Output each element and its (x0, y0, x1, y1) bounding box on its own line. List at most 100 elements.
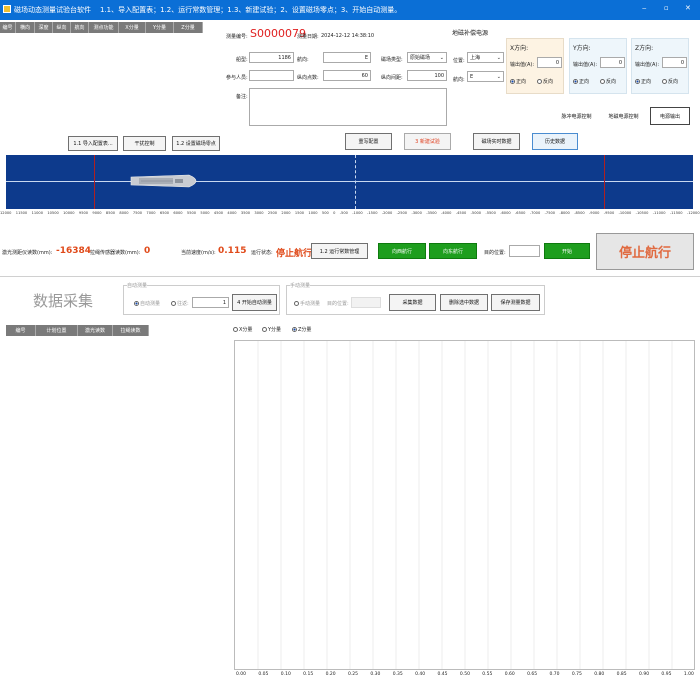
pulse-power-button[interactable]: 脉冲电源控制 (556, 109, 597, 124)
x-tick-label: 0.65 (527, 672, 538, 677)
save-data-button[interactable]: 保存测量数据 (491, 294, 540, 311)
manual-target-input[interactable] (351, 297, 381, 308)
th-encoder[interactable]: 拉绳读数 (113, 325, 149, 336)
constants-button[interactable]: 1.2 运行常数管理 (311, 243, 368, 259)
ruler-tick-label: -1000 (352, 211, 363, 215)
target-label: 目的位置: (484, 250, 506, 256)
radio-icon (537, 79, 542, 84)
ruler-tick-label: -6000 (500, 211, 511, 215)
comp-y-radio[interactable]: Y分量 (262, 326, 281, 333)
geo-heading-select[interactable]: E ⌄ (467, 71, 504, 82)
th-id[interactable]: 编号 (0, 22, 16, 33)
points-input[interactable]: 60 (323, 70, 371, 81)
boat-input[interactable]: 1186 (249, 52, 294, 63)
app-title: 磁场动态测量试验台软件 (14, 6, 91, 14)
th-heading[interactable]: 航向 (71, 22, 89, 33)
y-positive-radio[interactable]: 正向 (573, 78, 589, 85)
y-negative-radio[interactable]: 反向 (600, 78, 616, 85)
x-output-label: 输出值(A): (510, 62, 535, 68)
target-input[interactable] (509, 245, 540, 257)
th-z[interactable]: Z分量 (174, 22, 203, 33)
heading-input[interactable]: E (323, 52, 371, 63)
ruler-tick-label: 6500 (159, 211, 170, 215)
east-button[interactable]: 向东航行 (429, 243, 477, 259)
interference-button[interactable]: 干扰控制 (123, 136, 166, 151)
ruler-tick-label: -12000 (686, 211, 700, 215)
ruler-tick-label: 3000 (254, 211, 264, 215)
th-x[interactable]: X分量 (119, 22, 146, 33)
earth-power-button[interactable]: 地磁电源控制 (603, 109, 644, 124)
cycle-input[interactable]: 1 (192, 297, 229, 308)
spacing-input[interactable]: 100 (407, 70, 447, 81)
th-lateral[interactable]: 横向 (16, 22, 35, 33)
new-test-button[interactable]: 3 新建试验 (404, 133, 451, 150)
th-longitudinal[interactable]: 纵向 (53, 22, 71, 33)
manual-radio[interactable]: 手动测量 (294, 300, 320, 307)
comp-z-radio[interactable]: Z分量 (292, 326, 311, 333)
import-config-button[interactable]: 1.1 导入配置表... (68, 136, 118, 151)
position-ruler: 12000 11500 11000 10500 10000 9500 9000 8500 800… (0, 211, 700, 219)
th-data-id[interactable]: 编号 (6, 325, 36, 336)
ruler-tick-label: -11500 (669, 211, 683, 215)
realtime-data-button[interactable]: 磁场实时数据 (473, 133, 520, 150)
reload-config-button[interactable]: 重写配置 (345, 133, 392, 150)
power-output-button[interactable]: 电源输出 (650, 107, 690, 125)
ruler-tick-label: -7000 (529, 211, 541, 215)
stop-button[interactable]: 停止航行 (596, 233, 694, 270)
ruler-tick-label: 11500 (15, 211, 28, 215)
comp-x-radio[interactable]: X分量 (233, 326, 252, 333)
geo-title: 地磁补偿电源 (452, 30, 489, 37)
delete-selected-button[interactable]: 删除选中数据 (440, 294, 488, 311)
z-output-input[interactable]: 0 (662, 57, 687, 68)
title-instructions: 1.1、导入配置表；1.2、运行常数管理；1.3、新建试验；2、设置磁场零点；3… (100, 6, 402, 14)
ruler-tick-label: -5000 (470, 211, 482, 215)
maximize-button[interactable]: ▫ (664, 4, 669, 12)
z-output-label: 输出值(A): (635, 62, 660, 68)
note-textarea[interactable] (249, 88, 447, 126)
x-tick-label: 0.30 (370, 672, 381, 677)
auto-radio[interactable]: 自动测量 (134, 300, 160, 307)
ruler-tick-label: 8000 (119, 211, 129, 215)
west-button[interactable]: 向西航行 (378, 243, 426, 259)
ruler-tick-label: -7500 (544, 211, 556, 215)
field-type-select[interactable]: 原始磁场 ⌄ (407, 52, 447, 63)
track-centerline (6, 181, 693, 182)
start-button[interactable]: 开始 (544, 243, 590, 259)
minimize-button[interactable]: ‒ (642, 4, 646, 12)
history-data-button[interactable]: 历史数据 (532, 133, 578, 150)
radio-checked-icon (292, 327, 297, 332)
geo-location-select[interactable]: 上海 ⌄ (467, 52, 504, 63)
radio-icon (262, 327, 267, 332)
th-plan-pos[interactable]: 计划位置 (36, 325, 78, 336)
ruler-tick-label: -500 (339, 211, 348, 215)
geo-heading-label: 航向: (453, 77, 465, 83)
cycle-radio[interactable]: 往返: (171, 300, 189, 307)
acq-title: 数据采集 (33, 292, 94, 310)
x-negative-radio[interactable]: 反向 (537, 78, 553, 85)
heading-label: 航向: (297, 57, 309, 63)
th-depth[interactable]: 深度 (35, 22, 53, 33)
th-point-function[interactable]: 测点功能 (89, 22, 119, 33)
th-y[interactable]: Y分量 (146, 22, 174, 33)
collect-button[interactable]: 采集数据 (389, 294, 436, 311)
set-zero-button[interactable]: 1.2 设置磁场零点 (172, 136, 220, 151)
person-input[interactable] (249, 70, 294, 81)
ruler-tick-label: 5500 (186, 211, 197, 215)
radio-checked-icon (573, 79, 578, 84)
x-tick-label: 0.25 (347, 672, 358, 677)
z-negative-radio[interactable]: 反向 (662, 78, 678, 85)
th-laser[interactable]: 激光读数 (78, 325, 113, 336)
close-button[interactable]: ✕ (685, 4, 691, 12)
divider (0, 276, 700, 277)
ruler-tick-label: -4500 (455, 211, 467, 215)
ruler-tick-label: -8500 (574, 211, 585, 215)
x-positive-radio[interactable]: 正向 (510, 78, 526, 85)
z-positive-radio[interactable]: 正向 (635, 78, 651, 85)
radio-icon (294, 301, 299, 306)
y-output-input[interactable]: 0 (600, 57, 625, 68)
x-output-input[interactable]: 0 (537, 57, 562, 68)
note-label: 备注: (236, 94, 248, 100)
app-icon (3, 5, 11, 13)
auto-start-button[interactable]: 4 开始自动测量 (232, 294, 277, 311)
x-tick-label: 0.00 (236, 672, 247, 677)
